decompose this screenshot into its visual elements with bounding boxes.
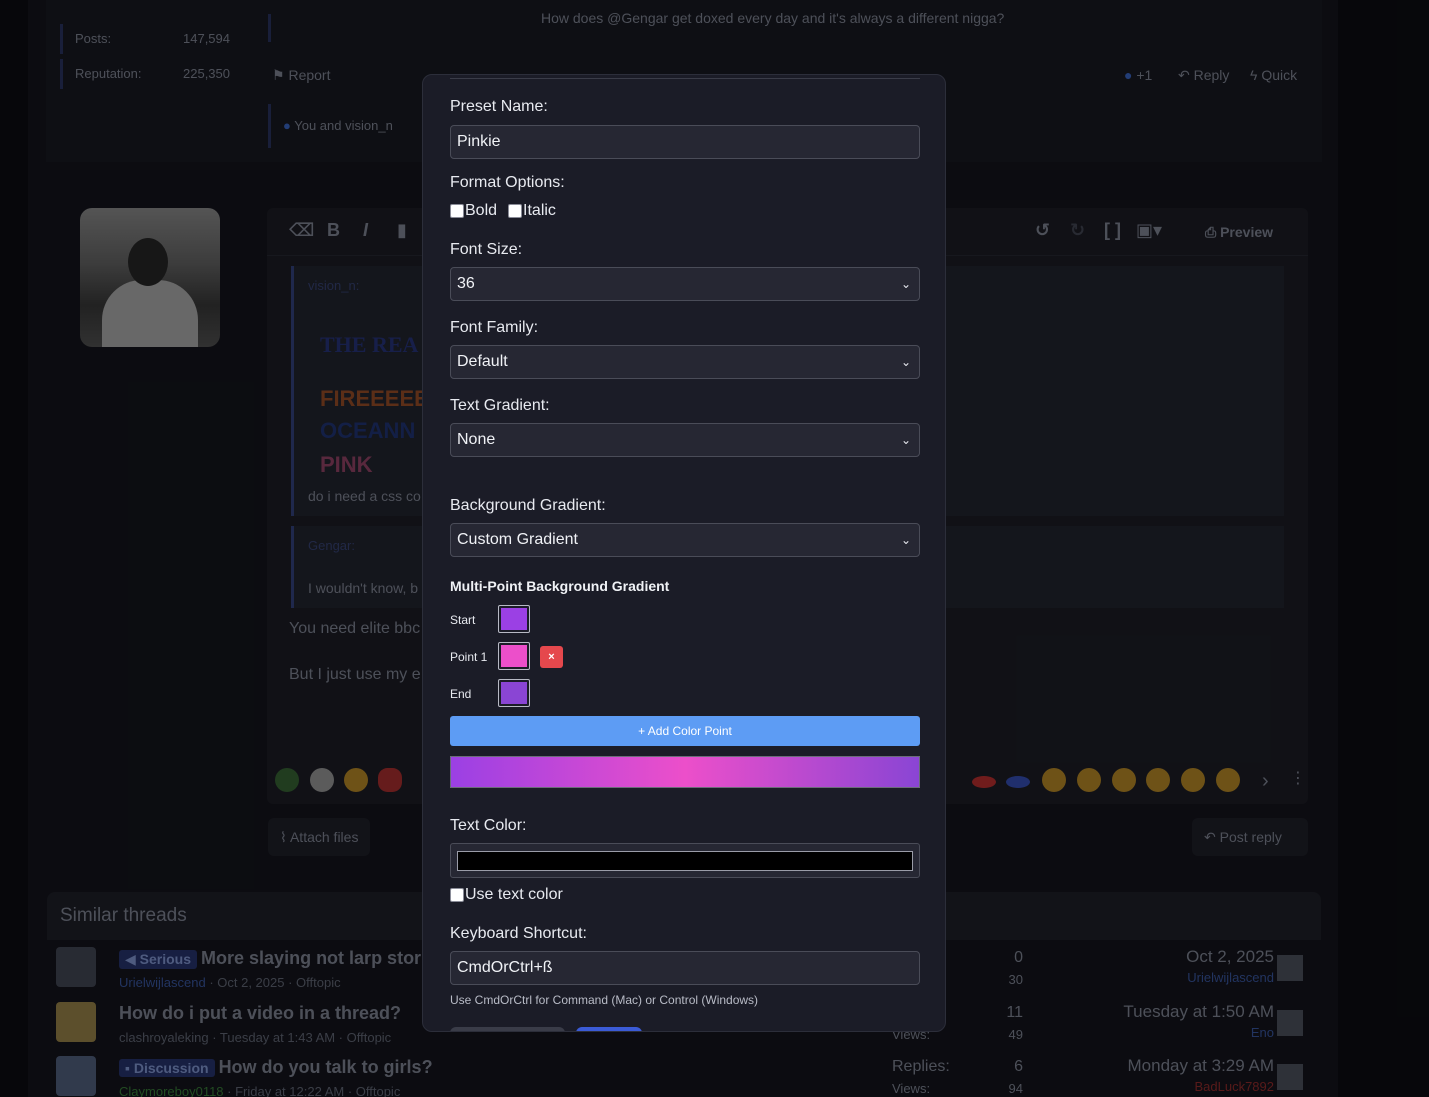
preset-name-input[interactable]: Pinkie: [450, 125, 920, 159]
chevron-down-icon: ⌄: [900, 355, 911, 369]
font-family-select[interactable]: Default ⌄: [450, 345, 920, 379]
gradient-point-label: End: [450, 687, 472, 701]
save-button[interactable]: [576, 1027, 642, 1031]
font-family-value: Default: [457, 353, 508, 370]
font-size-select[interactable]: 36 ⌄: [450, 267, 920, 301]
shortcut-hint: Use CmdOrCtrl for Command (Mac) or Contr…: [450, 993, 759, 1007]
background-gradient-label: Background Gradient:: [450, 497, 606, 514]
text-gradient-label: Text Gradient:: [450, 397, 550, 414]
font-family-label: Font Family:: [450, 319, 539, 336]
preset-editor-modal: Preset Name: Pinkie Format Options: Bold…: [422, 74, 946, 1032]
swatch-color: [501, 682, 527, 704]
use-text-color-row: Use text color: [450, 886, 563, 904]
format-options: Bold Italic: [450, 202, 556, 220]
chevron-down-icon: ⌄: [900, 433, 911, 447]
bold-checkbox-label[interactable]: Bold: [465, 202, 497, 220]
text-color-label: Text Color:: [450, 817, 527, 834]
font-size-value: 36: [457, 275, 475, 292]
format-options-label: Format Options:: [450, 174, 565, 191]
gradient-preview: [450, 756, 920, 788]
background-gradient-select[interactable]: Custom Gradient ⌄: [450, 523, 920, 557]
swatch-color: [501, 645, 527, 667]
background-gradient-value: Custom Gradient: [457, 531, 578, 548]
gradient-point-label: Point 1: [450, 650, 488, 664]
text-gradient-select[interactable]: None ⌄: [450, 423, 920, 457]
text-color-swatch: [457, 851, 913, 871]
italic-checkbox-label[interactable]: Italic: [523, 202, 556, 220]
close-icon: ×: [548, 651, 555, 663]
chevron-down-icon: ⌄: [900, 533, 911, 547]
divider: [450, 78, 920, 79]
text-gradient-value: None: [457, 431, 496, 448]
add-color-point-button[interactable]: + Add Color Point: [450, 716, 920, 746]
point-1-color-swatch[interactable]: [498, 642, 530, 670]
swatch-color: [501, 608, 527, 630]
end-color-swatch[interactable]: [498, 679, 530, 707]
multipoint-gradient-title: Multi-Point Background Gradient: [450, 578, 670, 594]
text-color-picker[interactable]: [450, 843, 920, 878]
keyboard-shortcut-label: Keyboard Shortcut:: [450, 925, 587, 942]
bold-checkbox[interactable]: [450, 204, 464, 218]
chevron-down-icon: ⌄: [900, 277, 911, 291]
use-text-color-label[interactable]: Use text color: [465, 886, 563, 904]
font-size-label: Font Size:: [450, 241, 523, 258]
remove-point-button[interactable]: ×: [540, 646, 563, 668]
keyboard-shortcut-input[interactable]: CmdOrCtrl+ß: [450, 951, 920, 985]
italic-checkbox[interactable]: [508, 204, 523, 218]
cancel-button[interactable]: [450, 1027, 565, 1031]
use-text-color-checkbox[interactable]: [450, 888, 464, 902]
gradient-point-label: Start: [450, 613, 476, 627]
preset-name-label: Preset Name:: [450, 98, 548, 115]
start-color-swatch[interactable]: [498, 605, 530, 633]
